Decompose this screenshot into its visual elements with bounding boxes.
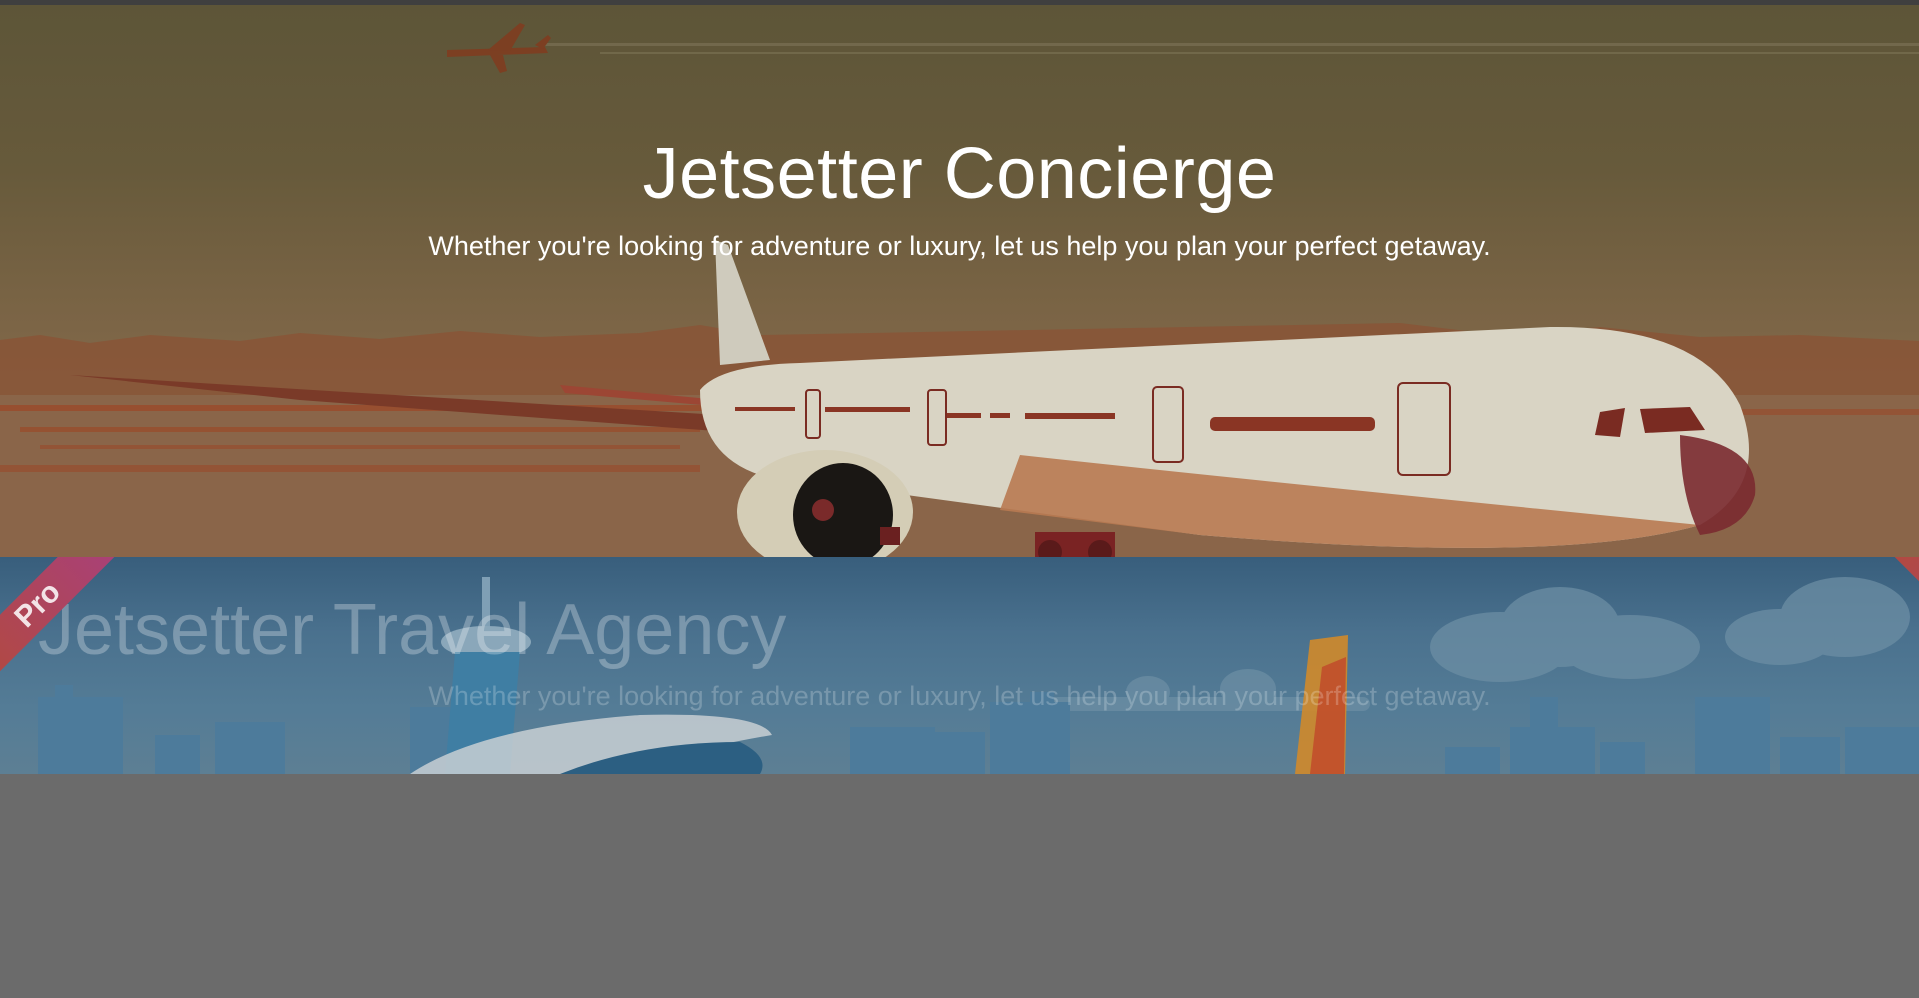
card-title: Jetsetter Travel Agency [38,590,787,670]
pro-badge-left: Pro [0,557,130,687]
pro-badge-label: Pro [0,557,123,687]
pro-badge-label-right: P [1886,557,1919,687]
airplane-illustration [0,23,1919,557]
hero-banner-concierge[interactable]: Jetsetter Concierge Whether you're looki… [0,5,1919,557]
page-title: Jetsetter Concierge [642,134,1277,214]
pro-badge-right: P [1879,557,1919,687]
card-tagline: Whether you're looking for adventure or … [428,681,1491,711]
hero-tagline: Whether you're looking for adventure or … [428,231,1491,261]
page-overlay-empty [0,774,1919,998]
template-card-travel-agency[interactable]: Jetsetter Travel Agency Whether you're l… [0,557,1919,774]
